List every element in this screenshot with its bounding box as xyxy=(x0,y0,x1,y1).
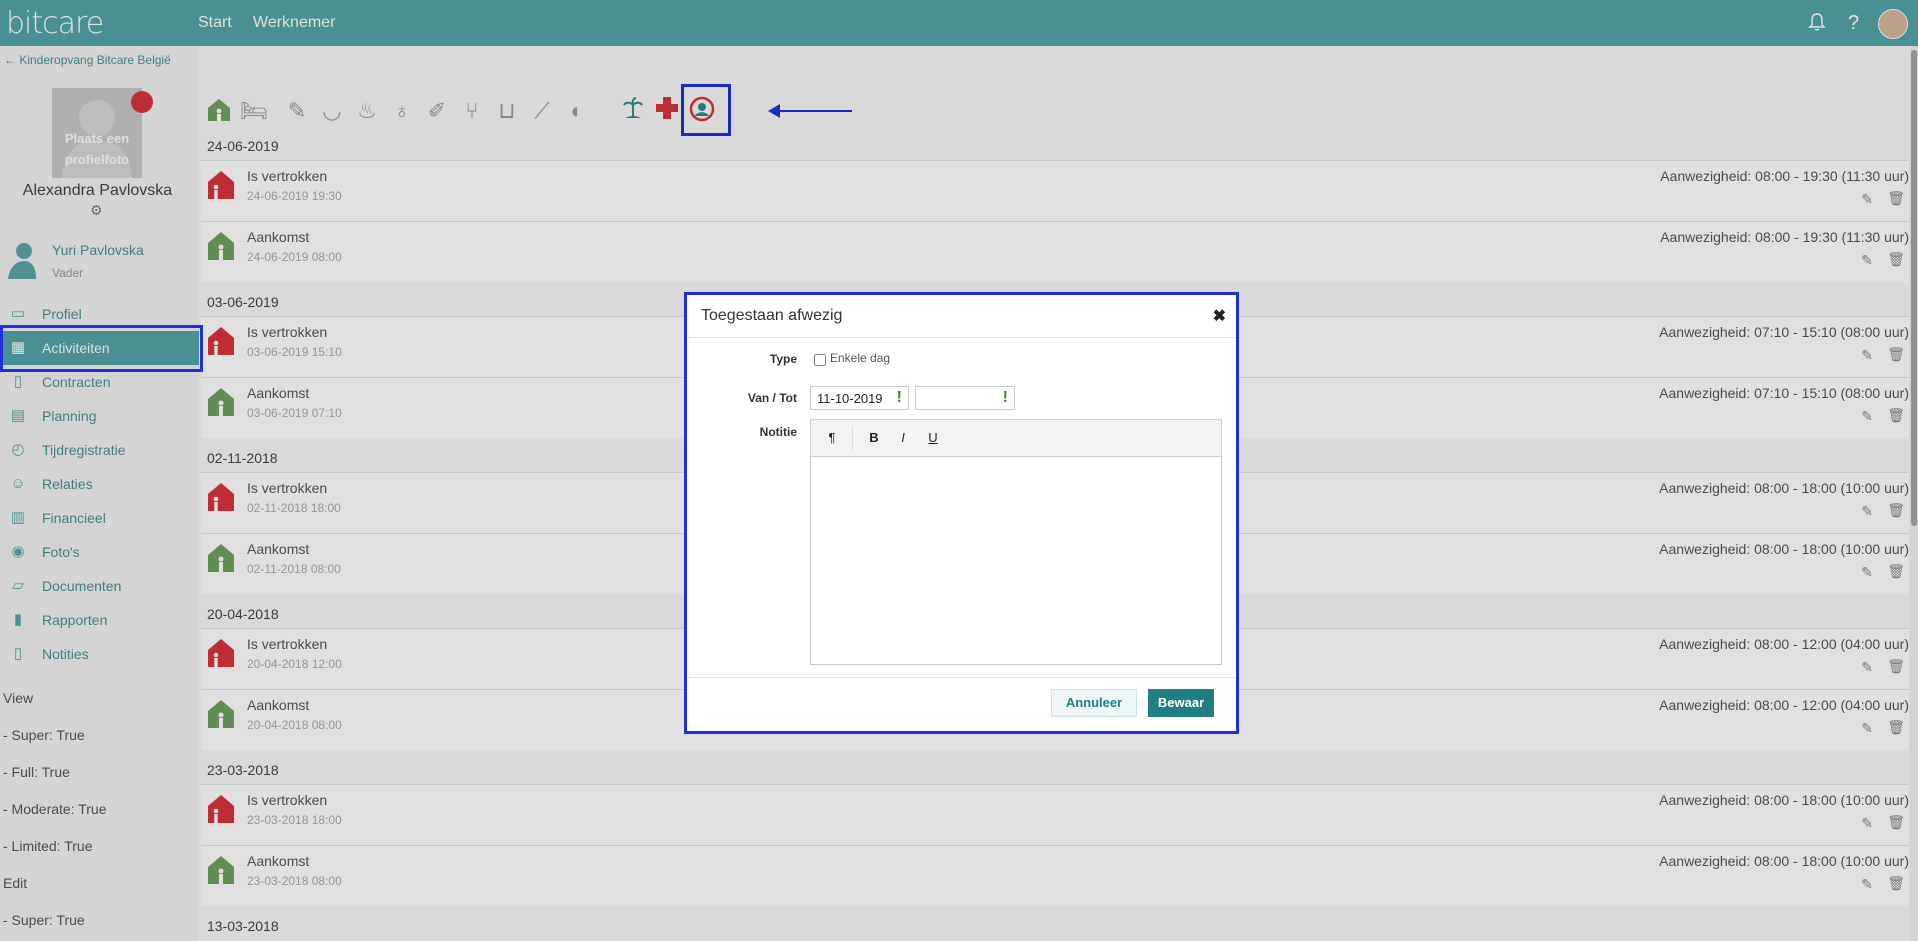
italic-button[interactable]: I xyxy=(894,429,912,447)
editor-toolbar: ¶ B I U xyxy=(811,420,1221,457)
dialog-title: Toegestaan afwezig xyxy=(701,307,843,324)
bold-button[interactable]: B xyxy=(865,429,883,447)
underline-button[interactable]: U xyxy=(924,429,942,447)
save-button[interactable]: Bewaar xyxy=(1148,689,1214,717)
to-date-input[interactable]: ! xyxy=(915,386,1015,410)
from-date-input[interactable]: 11-10-2019 ! xyxy=(810,386,909,410)
single-day-label[interactable]: Enkele dag xyxy=(830,351,890,365)
single-day-checkbox[interactable] xyxy=(814,354,826,366)
type-label: Type xyxy=(769,352,797,366)
warning-icon: ! xyxy=(1002,389,1008,406)
toolbar-divider xyxy=(852,426,853,450)
paragraph-format-button[interactable]: ¶ xyxy=(823,429,841,447)
dialog-divider xyxy=(687,337,1236,338)
note-editor[interactable]: ¶ B I U xyxy=(810,419,1222,665)
close-icon[interactable]: ✖ xyxy=(1213,306,1226,326)
dialog-divider xyxy=(687,677,1236,678)
cancel-button[interactable]: Annuleer xyxy=(1051,689,1137,717)
note-label: Notitie xyxy=(759,425,797,439)
sidebar-highlight-box xyxy=(0,325,203,372)
warning-icon: ! xyxy=(896,389,902,406)
from-date-value: 11-10-2019 xyxy=(817,391,883,406)
excused-absence-dialog: Toegestaan afwezig ✖ Type Enkele dag Van… xyxy=(684,292,1239,734)
period-label: Van / Tot xyxy=(747,391,797,405)
